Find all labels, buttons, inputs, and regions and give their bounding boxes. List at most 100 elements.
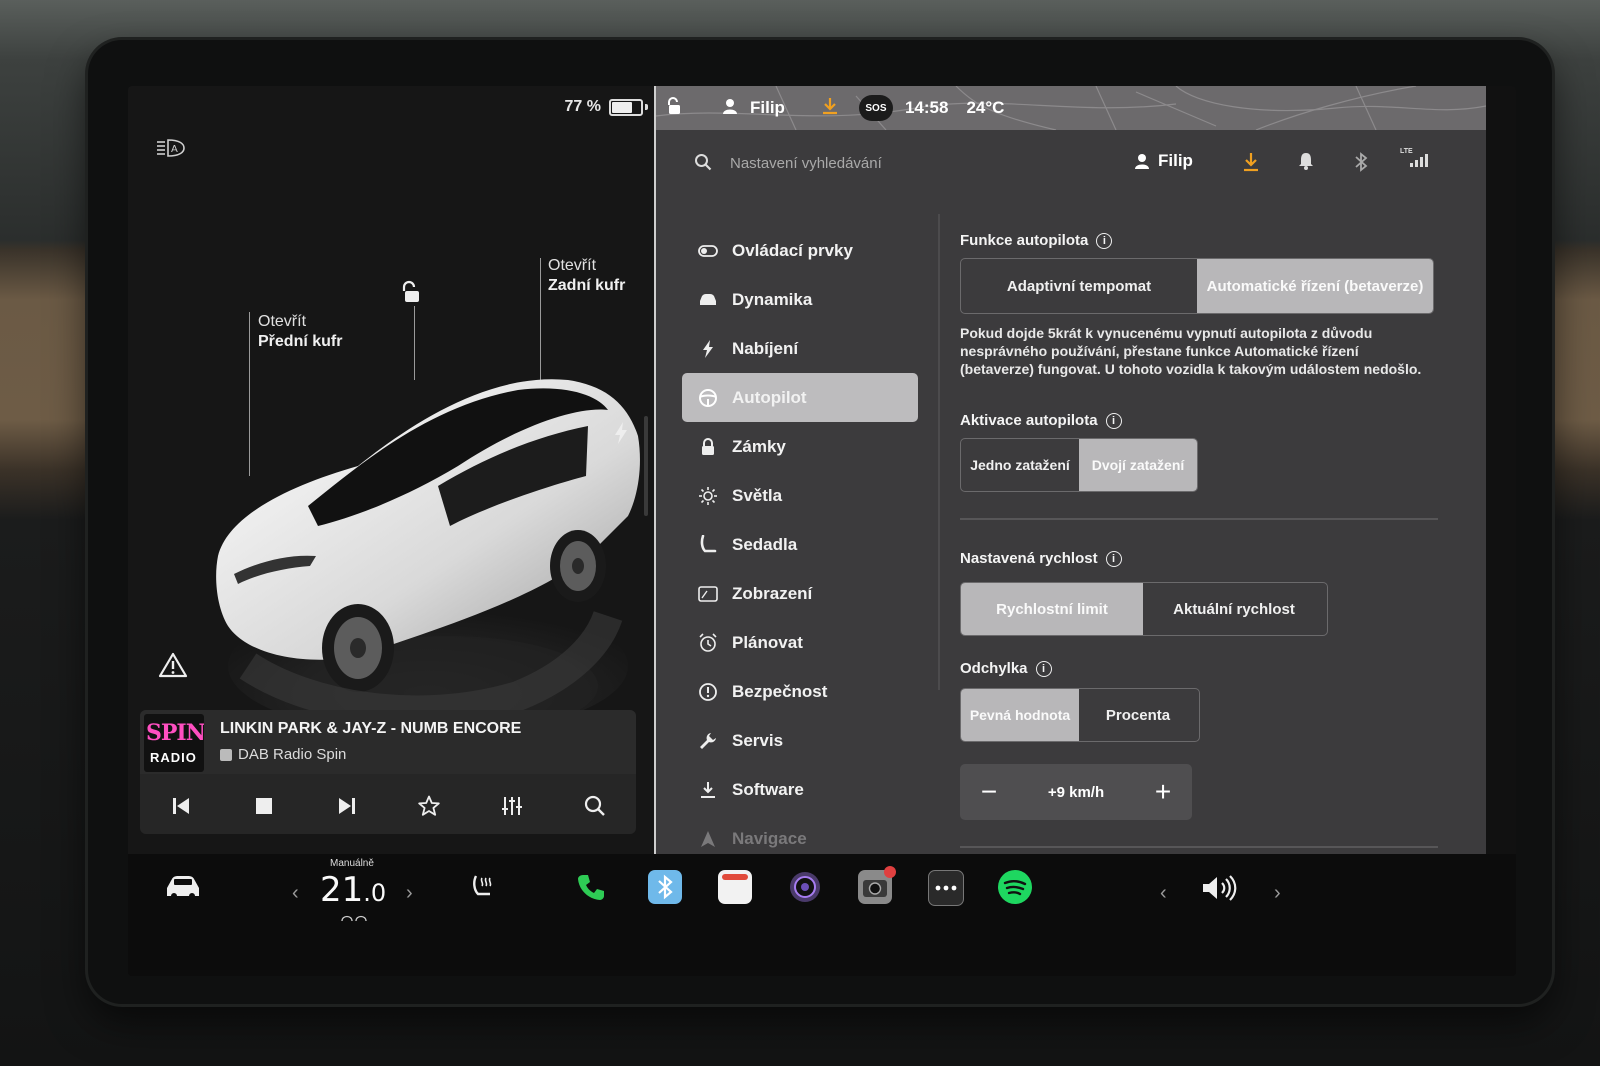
info-icon[interactable]: i <box>1035 660 1052 677</box>
phone-app[interactable] <box>574 870 608 904</box>
offset-heading: Odchylka i <box>960 660 1052 677</box>
volume-down-button[interactable]: ‹ <box>1160 882 1167 905</box>
toggle-icon <box>698 241 718 261</box>
software-update-icon[interactable] <box>821 97 839 120</box>
speed-limit-option[interactable]: Rychlostní limit <box>961 583 1143 635</box>
download-icon[interactable] <box>1242 152 1260 177</box>
notification-bell-icon[interactable] <box>1298 152 1314 175</box>
decrease-offset-button[interactable]: − <box>978 776 1000 808</box>
info-icon[interactable]: i <box>1105 412 1122 429</box>
menu-item-plánovat[interactable]: Plánovat <box>682 618 918 667</box>
cabin-temperature[interactable]: 21.0 <box>320 870 386 910</box>
charge-port-bolt-icon[interactable] <box>614 422 628 449</box>
info-icon[interactable]: i <box>1096 232 1113 249</box>
volume-button[interactable] <box>1200 874 1238 907</box>
profile-name: Filip <box>1158 151 1193 170</box>
spotify-app[interactable] <box>998 870 1032 904</box>
offset-mode-selector: Pevná hodnota Procenta <box>960 688 1200 742</box>
stop-button[interactable] <box>244 786 284 826</box>
wrench-icon <box>698 731 718 751</box>
menu-item-software[interactable]: Software <box>682 765 918 814</box>
percent-option[interactable]: Procenta <box>1079 689 1197 741</box>
lock-status-icon[interactable] <box>666 96 682 120</box>
volume-up-button[interactable]: › <box>1274 882 1281 905</box>
dashcam-app[interactable] <box>858 866 896 904</box>
media-player: SPIN RADIO LINKIN PARK & JAY-Z - NUMB EN… <box>140 710 636 834</box>
seat-heater-button[interactable] <box>468 872 498 907</box>
adaptive-cruise-option[interactable]: Adaptivní tempomat <box>961 259 1197 313</box>
calendar-icon <box>722 874 748 900</box>
bluetooth-app[interactable] <box>648 870 682 904</box>
temp-decimal: .0 <box>363 879 387 907</box>
menu-item-label: Sedadla <box>732 534 798 554</box>
map-strip[interactable]: Filip SOS 14:58 24°C <box>656 86 1486 130</box>
menu-item-servis[interactable]: Servis <box>682 716 918 765</box>
menu-item-label: Software <box>732 779 804 799</box>
lte-label: LTE <box>1400 148 1413 155</box>
autosteer-option[interactable]: Automatické řízení (betaverze) <box>1197 259 1433 313</box>
favorite-button[interactable] <box>409 786 449 826</box>
next-track-button[interactable] <box>327 786 367 826</box>
menu-item-autopilot[interactable]: Autopilot <box>682 373 918 422</box>
temp-down-button[interactable]: ‹ <box>292 882 299 905</box>
menu-item-label: Nabíjení <box>732 338 799 358</box>
info-icon[interactable]: i <box>1105 550 1122 567</box>
status-user-name[interactable]: Filip <box>750 98 785 118</box>
temp-up-button[interactable]: › <box>406 882 413 905</box>
auto-headlights-icon[interactable]: A <box>156 138 188 163</box>
double-pull-option[interactable]: Dvojí zatažení <box>1079 439 1197 491</box>
camera-lens-app[interactable] <box>788 870 822 904</box>
unlocked-padlock-icon[interactable] <box>400 280 422 309</box>
menu-item-zámky[interactable]: Zámky <box>682 422 918 471</box>
sos-button[interactable]: SOS <box>858 95 893 121</box>
menu-item-label: Ovládací prvky <box>732 240 853 260</box>
climate-mode-label: Manuálně <box>330 858 374 869</box>
equalizer-icon <box>501 797 522 815</box>
rear-trunk-callout[interactable]: Otevřít Zadní kufr <box>548 256 625 296</box>
increase-offset-button[interactable]: + <box>1152 776 1174 808</box>
rear-trunk-action: Otevřít <box>548 257 597 274</box>
settings-header: Nastavení vyhledávání Filip LTE <box>656 138 1486 188</box>
front-trunk-callout[interactable]: Otevřít Přední kufr <box>258 312 342 352</box>
menu-item-label: Autopilot <box>732 387 807 407</box>
bluetooth-icon[interactable] <box>1354 152 1368 177</box>
menu-item-bezpečnost[interactable]: Bezpečnost <box>682 667 918 716</box>
set-speed-heading: Nastavená rychlost i <box>960 550 1122 567</box>
current-speed-option[interactable]: Aktuální rychlost <box>1143 583 1325 635</box>
menu-item-dynamika[interactable]: Dynamika <box>682 275 918 324</box>
warning-triangle-icon[interactable] <box>158 652 188 683</box>
bottom-dock: ‹ Manuálně 21.0 › ‹ › <box>128 854 1516 976</box>
menu-item-nabíjení[interactable]: Nabíjení <box>682 324 918 373</box>
menu-item-ovládací-prvky[interactable]: Ovládací prvky <box>682 226 918 275</box>
now-playing[interactable]: SPIN RADIO LINKIN PARK & JAY-Z - NUMB EN… <box>140 710 636 774</box>
menu-item-sedadla[interactable]: Sedadla <box>682 520 918 569</box>
menu-item-zobrazení[interactable]: Zobrazení <box>682 569 918 618</box>
radio-source-icon <box>220 748 232 761</box>
single-pull-option[interactable]: Jedno zatažení <box>961 439 1079 491</box>
album-logo-radio: RADIO <box>150 750 197 765</box>
album-logo-spin: SPIN <box>146 720 204 746</box>
settings-search-input[interactable]: Nastavení vyhledávání <box>730 155 882 172</box>
previous-track-button[interactable] <box>161 786 201 826</box>
battery-icon <box>609 98 643 116</box>
alert-circle-icon <box>698 682 718 702</box>
calendar-app[interactable] <box>718 870 752 904</box>
more-apps-button[interactable] <box>928 870 964 906</box>
rear-trunk-label: Zadní kufr <box>548 277 626 294</box>
car-controls-button[interactable] <box>164 874 202 905</box>
defrost-icon <box>340 910 368 928</box>
media-controls <box>140 786 636 826</box>
driver-profile-button[interactable]: Filip <box>1134 151 1193 171</box>
menu-item-světla[interactable]: Světla <box>682 471 918 520</box>
skip-forward-icon <box>338 798 355 814</box>
menu-item-label: Plánovat <box>732 632 803 652</box>
menu-item-label: Navigace <box>732 828 807 848</box>
sun-icon <box>698 486 718 506</box>
fixed-value-option[interactable]: Pevná hodnota <box>961 689 1079 741</box>
media-search-button[interactable] <box>575 786 615 826</box>
clock: 14:58 <box>904 98 949 117</box>
user-icon <box>722 98 738 119</box>
bluetooth-icon <box>658 874 673 900</box>
search-icon[interactable] <box>694 153 712 176</box>
equalizer-button[interactable] <box>492 786 532 826</box>
